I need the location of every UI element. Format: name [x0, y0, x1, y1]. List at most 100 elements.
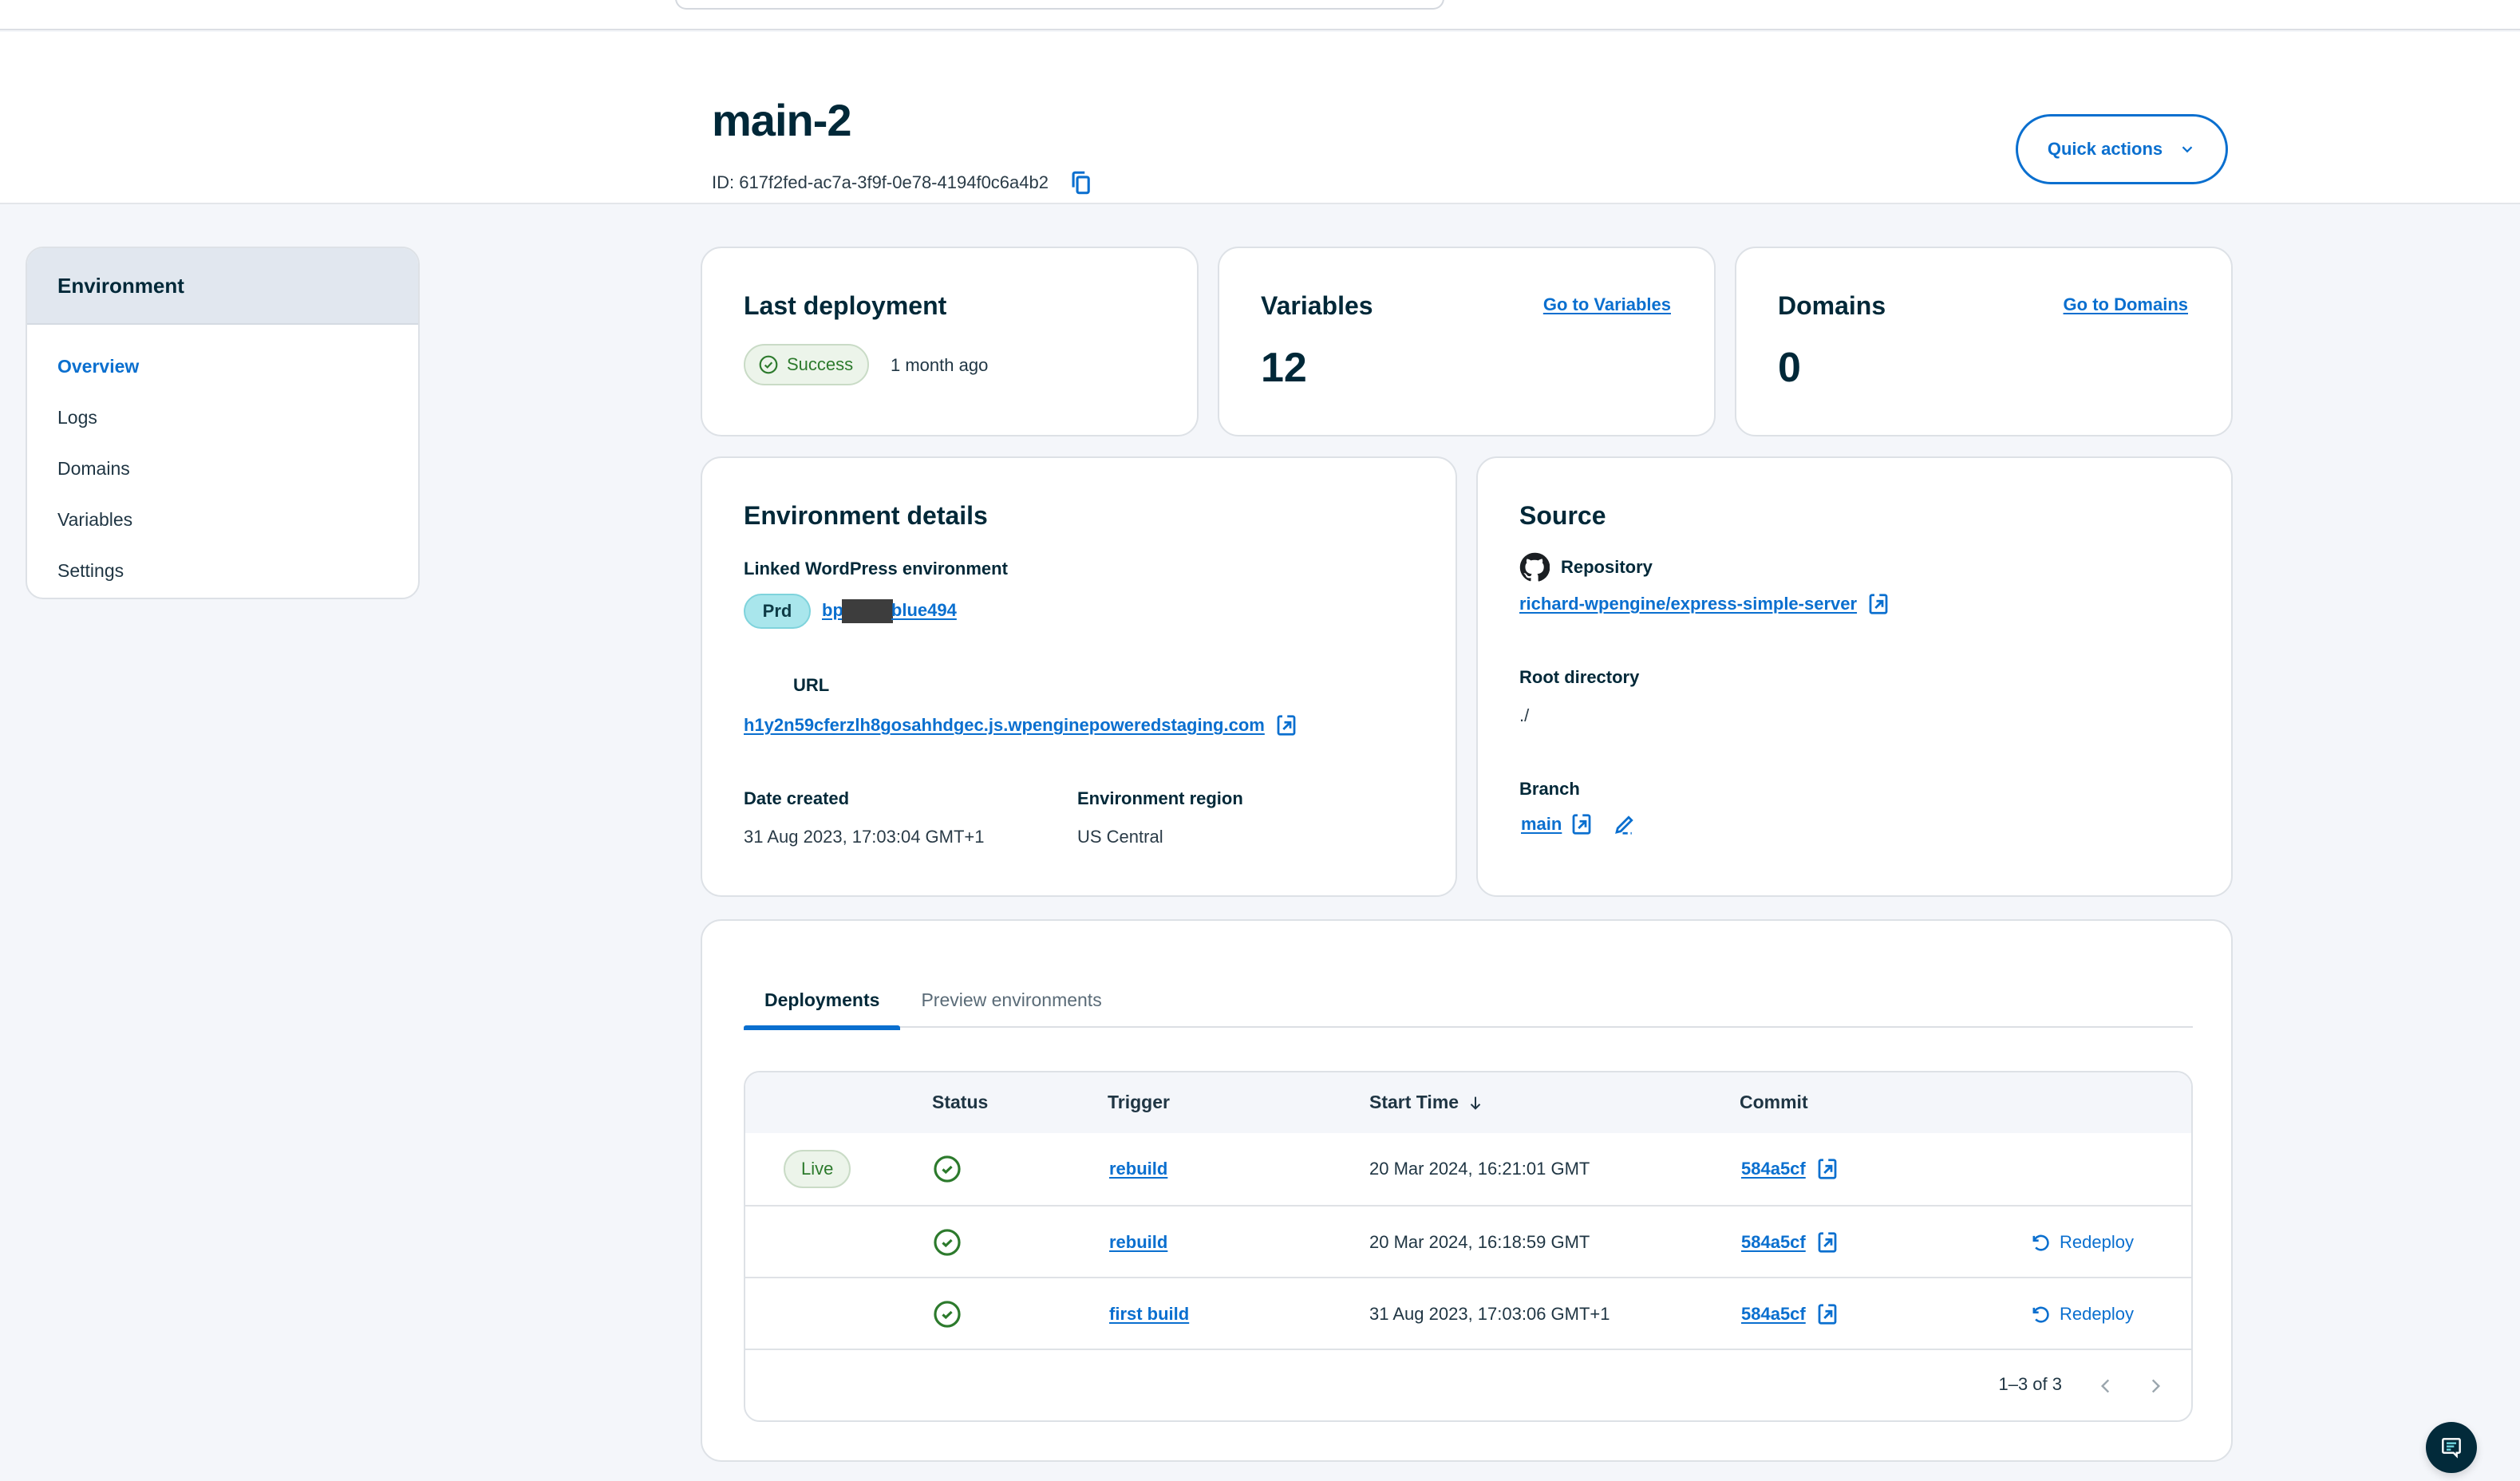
- chat-support-button[interactable]: [2426, 1422, 2477, 1473]
- environment-type-badge: Prd: [744, 594, 811, 629]
- environment-id-text: ID: 617f2fed-ac7a-3f9f-0e78-4194f0c6a4b2: [712, 172, 1049, 192]
- table-row: rebuild 20 Mar 2024, 16:18:59 GMT 584a5c…: [745, 1205, 2191, 1277]
- table-row: first build 31 Aug 2023, 17:03:06 GMT+1 …: [745, 1277, 2191, 1349]
- branch-link[interactable]: main: [1521, 814, 1562, 835]
- variables-title: Variables: [1261, 291, 1373, 320]
- environment-id: ID: 617f2fed-ac7a-3f9f-0e78-4194f0c6a4b2: [712, 169, 1095, 196]
- date-created-value: 31 Aug 2023, 17:03:04 GMT+1: [744, 827, 985, 847]
- repository-label: Repository: [1561, 557, 1653, 577]
- sidebar-item-variables[interactable]: Variables: [27, 494, 418, 545]
- commit-link[interactable]: 584a5cf: [1741, 1304, 1806, 1325]
- start-time: 20 Mar 2024, 16:18:59 GMT: [1369, 1232, 1590, 1252]
- table-pagination: 1–3 of 3: [745, 1349, 2191, 1420]
- chevron-down-icon: [2182, 146, 2193, 153]
- redeploy-icon: [2032, 1306, 2049, 1323]
- check-circle-icon: [934, 1301, 961, 1328]
- trigger-link[interactable]: first build: [1109, 1304, 1189, 1325]
- start-time: 31 Aug 2023, 17:03:06 GMT+1: [1369, 1304, 1610, 1324]
- live-badge: Live: [784, 1150, 851, 1188]
- linked-env-name-suffix: blue494: [891, 599, 957, 620]
- source-title: Source: [1519, 501, 1606, 530]
- variables-card: Variables Go to Variables 12: [1218, 247, 1716, 436]
- url-label: URL: [793, 675, 830, 695]
- column-trigger: Trigger: [1108, 1092, 1170, 1112]
- pagination-text: 1–3 of 3: [1998, 1374, 2062, 1394]
- environment-details-card: Environment details Linked WordPress env…: [701, 456, 1457, 897]
- deployments-tabs: Deployments Preview environments: [744, 977, 2193, 1030]
- variables-count: 12: [1261, 345, 1307, 391]
- external-link-icon[interactable]: [1815, 1157, 1839, 1181]
- repository-heading: Repository: [1519, 552, 1653, 583]
- sidebar-item-domains[interactable]: Domains: [27, 443, 418, 494]
- domains-title: Domains: [1778, 291, 1886, 320]
- github-icon: [1519, 552, 1550, 582]
- quick-actions-label: Quick actions: [2047, 139, 2163, 159]
- chevron-left-icon: [2100, 1379, 2110, 1393]
- external-link-icon[interactable]: [1274, 713, 1298, 737]
- edit-pencil-icon[interactable]: [1613, 812, 1637, 836]
- sidebar-item-logs[interactable]: Logs: [27, 392, 418, 443]
- redeploy-icon: [2032, 1234, 2049, 1251]
- external-link-icon[interactable]: [1815, 1302, 1839, 1326]
- source-card: Source Repository richard-wpengine/expre…: [1476, 456, 2233, 897]
- root-directory-label: Root directory: [1519, 667, 1640, 687]
- check-circle-icon: [759, 355, 778, 374]
- repository-link[interactable]: richard-wpengine/express-simple-server: [1519, 594, 1857, 614]
- external-link-icon[interactable]: [1866, 592, 1890, 616]
- trigger-link[interactable]: rebuild: [1109, 1232, 1167, 1253]
- linked-env-name-prefix: bp: [822, 599, 843, 620]
- check-circle-icon: [934, 1155, 961, 1183]
- repository-row: richard-wpengine/express-simple-server: [1519, 592, 1890, 616]
- environment-region-label: Environment region: [1077, 788, 1243, 808]
- last-deployment-time: 1 month ago: [891, 355, 989, 375]
- environment-details-title: Environment details: [744, 501, 988, 530]
- quick-actions-button[interactable]: Quick actions: [2016, 114, 2228, 184]
- column-start-time-label: Start Time: [1369, 1092, 1459, 1112]
- copy-icon[interactable]: [1068, 169, 1095, 196]
- start-time: 20 Mar 2024, 16:21:01 GMT: [1369, 1159, 1590, 1179]
- date-created-label: Date created: [744, 788, 850, 808]
- commit-link[interactable]: 584a5cf: [1741, 1232, 1806, 1253]
- table-header: Status Trigger Start Time Commit: [745, 1072, 2191, 1133]
- root-directory-value: ./: [1519, 705, 1530, 725]
- next-page-button[interactable]: [2143, 1372, 2167, 1400]
- deployments-card: Deployments Preview environments Status …: [701, 919, 2233, 1462]
- go-to-variables-link[interactable]: Go to Variables: [1543, 294, 1671, 315]
- external-link-icon[interactable]: [1570, 812, 1594, 836]
- branch-row: main: [1521, 812, 1637, 836]
- linked-wordpress-label: Linked WordPress environment: [744, 559, 1008, 579]
- redeploy-button[interactable]: Redeploy: [2029, 1303, 2134, 1325]
- environment-url-link[interactable]: h1y2n59cferzlh8gosahhdgec.js.wpenginepow…: [744, 715, 1265, 736]
- sidebar: Environment Overview Logs Domains Variab…: [26, 247, 420, 599]
- branch-label: Branch: [1519, 779, 1580, 799]
- environment-region-value: US Central: [1077, 827, 1163, 847]
- page-header: main-2 ID: 617f2fed-ac7a-3f9f-0e78-4194f…: [0, 32, 2520, 204]
- table-row: Live rebuild 20 Mar 2024, 16:21:01 GMT 5…: [745, 1133, 2191, 1205]
- tab-preview-environments[interactable]: Preview environments: [900, 977, 1122, 1028]
- sidebar-item-overview[interactable]: Overview: [27, 341, 418, 392]
- url-row: h1y2n59cferzlh8gosahhdgec.js.wpenginepow…: [744, 713, 1298, 737]
- go-to-domains-link[interactable]: Go to Domains: [2064, 294, 2188, 315]
- external-link-icon[interactable]: [1815, 1230, 1839, 1254]
- top-bar: [0, 0, 2520, 30]
- check-circle-icon: [934, 1229, 961, 1256]
- previous-page-button[interactable]: [2094, 1372, 2118, 1400]
- last-deployment-card: Last deployment Success 1 month ago: [701, 247, 1199, 436]
- redeploy-label: Redeploy: [2060, 1304, 2134, 1324]
- column-start-time[interactable]: Start Time: [1369, 1092, 1484, 1113]
- redeploy-label: Redeploy: [2060, 1232, 2134, 1252]
- column-commit: Commit: [1740, 1092, 1808, 1112]
- search-field[interactable]: [675, 0, 1444, 10]
- sidebar-heading: Environment: [27, 248, 418, 325]
- status-badge: Success: [744, 344, 870, 385]
- tab-deployments[interactable]: Deployments: [744, 977, 901, 1030]
- chat-icon: [2442, 1438, 2461, 1459]
- last-deployment-title: Last deployment: [744, 291, 947, 320]
- commit-link[interactable]: 584a5cf: [1741, 1159, 1806, 1179]
- redeploy-button[interactable]: Redeploy: [2029, 1231, 2134, 1254]
- sidebar-item-settings[interactable]: Settings: [27, 545, 418, 596]
- status-text: Success: [787, 354, 854, 374]
- domains-card: Domains Go to Domains 0: [1735, 247, 2233, 436]
- trigger-link[interactable]: rebuild: [1109, 1159, 1167, 1179]
- linked-environment-link[interactable]: bp blue494: [822, 599, 957, 623]
